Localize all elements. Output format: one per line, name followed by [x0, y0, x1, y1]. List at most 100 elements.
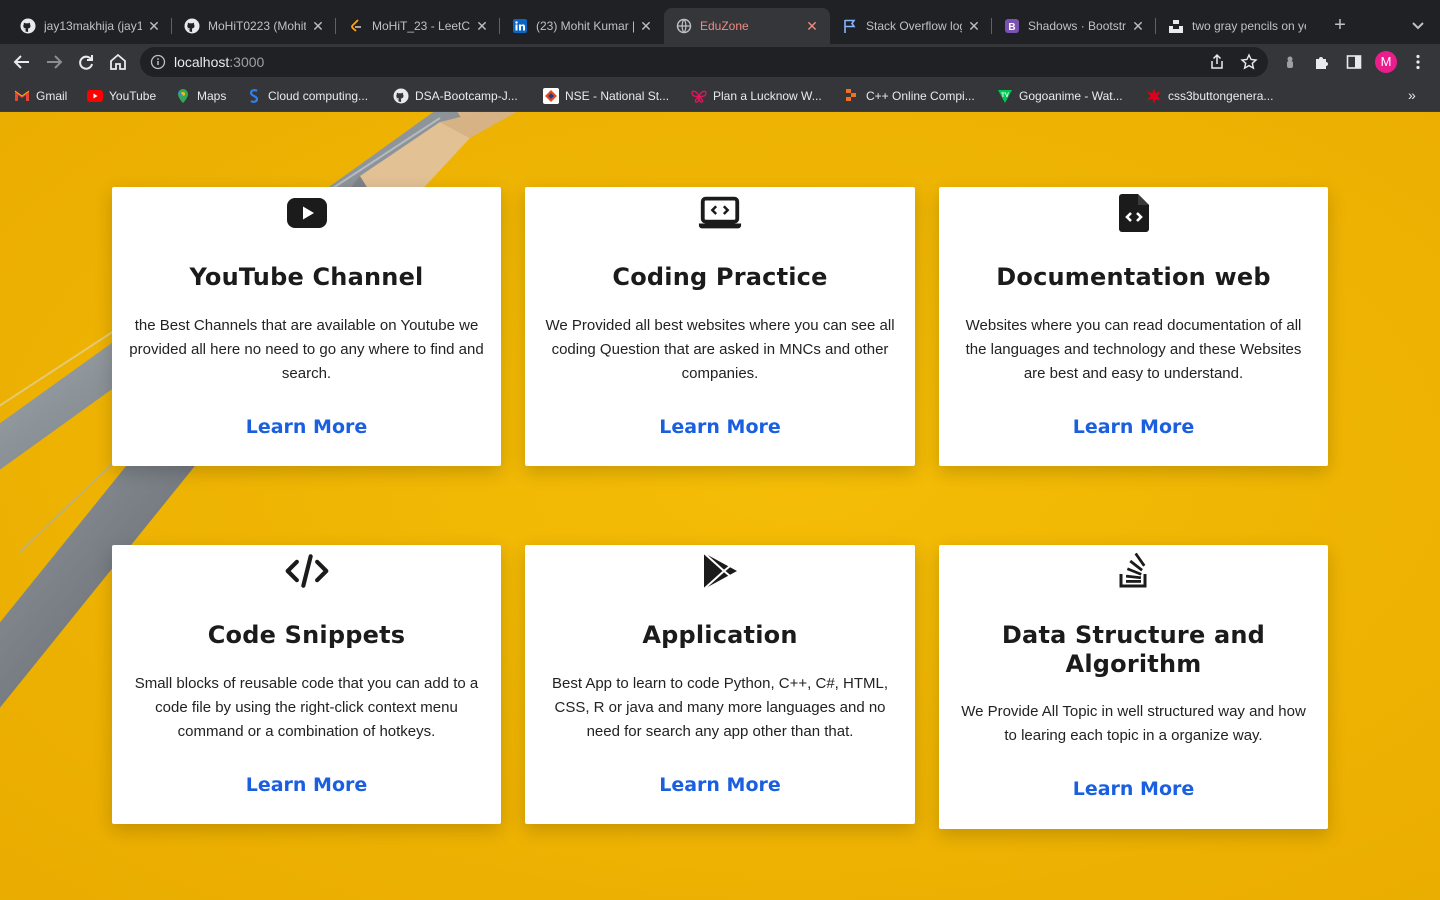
bootstrap-icon: B — [1004, 18, 1020, 34]
card-description: Best App to learn to code Python, C++, C… — [551, 675, 888, 740]
page-content: YouTube Channel the Best Channels that a… — [0, 112, 1440, 900]
bookmark-gogoanime[interactable]: TV Gogoanime - Wat... — [997, 87, 1123, 105]
globe-icon — [676, 18, 692, 34]
bookmark-maps[interactable]: Maps — [175, 87, 226, 105]
card-title: Code Snippets — [207, 621, 406, 649]
youtube-icon — [284, 191, 330, 235]
star-red-icon — [1146, 88, 1162, 104]
bookmark-lucknow[interactable]: Plan a Lucknow W... — [691, 87, 822, 105]
side-panel-icon[interactable] — [1344, 52, 1364, 72]
learn-more-link[interactable]: Learn More — [939, 416, 1328, 438]
stack-overflow-icon — [1111, 549, 1157, 593]
tab-search-button[interactable] — [1408, 15, 1428, 35]
learn-more-link[interactable]: Learn More — [525, 774, 915, 796]
github-icon — [393, 88, 409, 104]
url-port: :3000 — [229, 54, 265, 70]
bookmark-star-icon[interactable] — [1240, 53, 1258, 71]
bookmark-label: Gmail — [36, 89, 68, 103]
bookmark-gmail[interactable]: Gmail — [14, 87, 67, 105]
close-icon[interactable]: ✕ — [966, 18, 982, 34]
youtube-icon — [87, 88, 103, 104]
profile-avatar[interactable]: M — [1375, 51, 1397, 73]
cloud-icon — [246, 88, 262, 104]
extensions-puzzle-icon[interactable] — [1312, 52, 1332, 72]
card-documentation-web: Documentation web Websites where you can… — [939, 187, 1328, 466]
gmail-icon — [14, 88, 30, 104]
tab-linkedin[interactable]: (23) Mohit Kumar | LinkedIn ✕ — [500, 8, 664, 44]
google-play-icon — [697, 549, 743, 593]
learn-more-link[interactable]: Learn More — [525, 416, 915, 438]
tab-eduzone[interactable]: EduZone ✕ — [664, 8, 830, 44]
bookmarks-overflow-button[interactable]: » — [1408, 87, 1416, 103]
home-button[interactable] — [106, 50, 130, 74]
gogoanime-icon: TV — [997, 88, 1013, 104]
close-icon[interactable]: ✕ — [638, 18, 654, 34]
tab-title: MoHiT_23 - LeetCode — [372, 19, 470, 33]
card-title: Application — [642, 621, 798, 649]
file-code-icon — [1111, 191, 1157, 235]
bookmark-dsa-bootcamp[interactable]: DSA-Bootcamp-J... — [393, 87, 518, 105]
tab-github-jay[interactable]: jay13makhija (jay13makhija) ✕ — [8, 8, 172, 44]
svg-text:B: B — [1008, 22, 1015, 33]
bookmark-youtube[interactable]: YouTube — [87, 87, 156, 105]
tab-title: jay13makhija (jay13makhija) — [44, 19, 142, 33]
bookmark-cpp-compiler[interactable]: C++ Online Compi... — [844, 87, 975, 105]
tab-github-mohit[interactable]: MoHiT0223 (Mohit Kumar) ✕ — [172, 8, 336, 44]
arrow-left-icon — [13, 55, 29, 69]
bookmark-label: Plan a Lucknow W... — [713, 89, 822, 103]
bookmark-nse[interactable]: NSE - National St... — [543, 87, 669, 105]
github-icon — [184, 18, 200, 34]
tab-unsplash[interactable]: two gray pencils on yellow — [1156, 8, 1316, 44]
bookmark-label: DSA-Bootcamp-J... — [415, 89, 518, 103]
url-host: localhost — [174, 54, 230, 70]
bookmark-label: YouTube — [109, 89, 157, 103]
card-code-snippets: Code Snippets Small blocks of reusable c… — [112, 545, 501, 824]
learn-more-link[interactable]: Learn More — [939, 778, 1328, 800]
tab-stackoverflow[interactable]: Stack Overflow logo ✕ — [830, 8, 992, 44]
close-icon[interactable]: ✕ — [804, 18, 820, 34]
tab-title: two gray pencils on yellow — [1192, 19, 1306, 33]
learn-more-link[interactable]: Learn More — [112, 416, 501, 438]
tab-leetcode[interactable]: MoHiT_23 - LeetCode ✕ — [336, 8, 500, 44]
arrow-right-icon — [47, 55, 63, 69]
tab-title: (23) Mohit Kumar | LinkedIn — [536, 19, 634, 33]
close-icon[interactable]: ✕ — [1130, 18, 1146, 34]
share-icon[interactable] — [1208, 53, 1226, 71]
unsplash-icon — [1168, 18, 1184, 34]
address-bar[interactable]: localhost:3000 — [140, 47, 1268, 77]
info-icon[interactable] — [150, 54, 166, 70]
butterfly-icon — [691, 88, 707, 104]
learn-more-link[interactable]: Learn More — [112, 774, 501, 796]
back-button[interactable] — [10, 50, 34, 74]
bookmark-label: NSE - National St... — [565, 89, 670, 103]
bookmark-css3buttongenerator[interactable]: css3buttongenera... — [1146, 87, 1273, 105]
new-tab-button[interactable]: + — [1330, 15, 1350, 35]
close-icon[interactable]: ✕ — [310, 18, 326, 34]
url-text: localhost:3000 — [174, 54, 264, 70]
bookmarks-bar: Gmail YouTube Maps Cloud computing... DS… — [0, 80, 1440, 112]
close-icon[interactable]: ✕ — [474, 18, 490, 34]
card-description: the Best Channels that are available on … — [129, 317, 484, 382]
card-data-structure-algorithm: Data Structure and Algorithm We Provide … — [939, 545, 1328, 829]
card-description: Small blocks of reusable code that you c… — [134, 675, 479, 740]
forward-button[interactable] — [42, 50, 66, 74]
card-title: Documentation web — [996, 263, 1271, 291]
github-icon — [20, 18, 36, 34]
card-coding-practice: Coding Practice We Provided all best web… — [525, 187, 915, 466]
tab-title: MoHiT0223 (Mohit Kumar) — [208, 19, 306, 33]
tab-title: Stack Overflow logo — [866, 19, 962, 33]
menu-kebab-icon[interactable] — [1408, 52, 1428, 72]
browser-toolbar: localhost:3000 M — [0, 44, 1440, 80]
chevron-down-icon — [1412, 22, 1424, 30]
flag-icon — [842, 18, 858, 34]
tab-bootstrap[interactable]: B Shadows · Bootstrap ✕ — [992, 8, 1156, 44]
card-title: YouTube Channel — [189, 263, 424, 291]
bookmark-cloud-computing[interactable]: Cloud computing... — [246, 87, 368, 105]
close-icon[interactable]: ✕ — [146, 18, 162, 34]
tab-title: Shadows · Bootstrap — [1028, 19, 1126, 33]
maps-icon — [175, 88, 191, 104]
leetcode-icon — [348, 18, 364, 34]
card-description: Websites where you can read documentatio… — [965, 317, 1302, 382]
extension-icon[interactable] — [1280, 52, 1300, 72]
reload-button[interactable] — [74, 50, 98, 74]
